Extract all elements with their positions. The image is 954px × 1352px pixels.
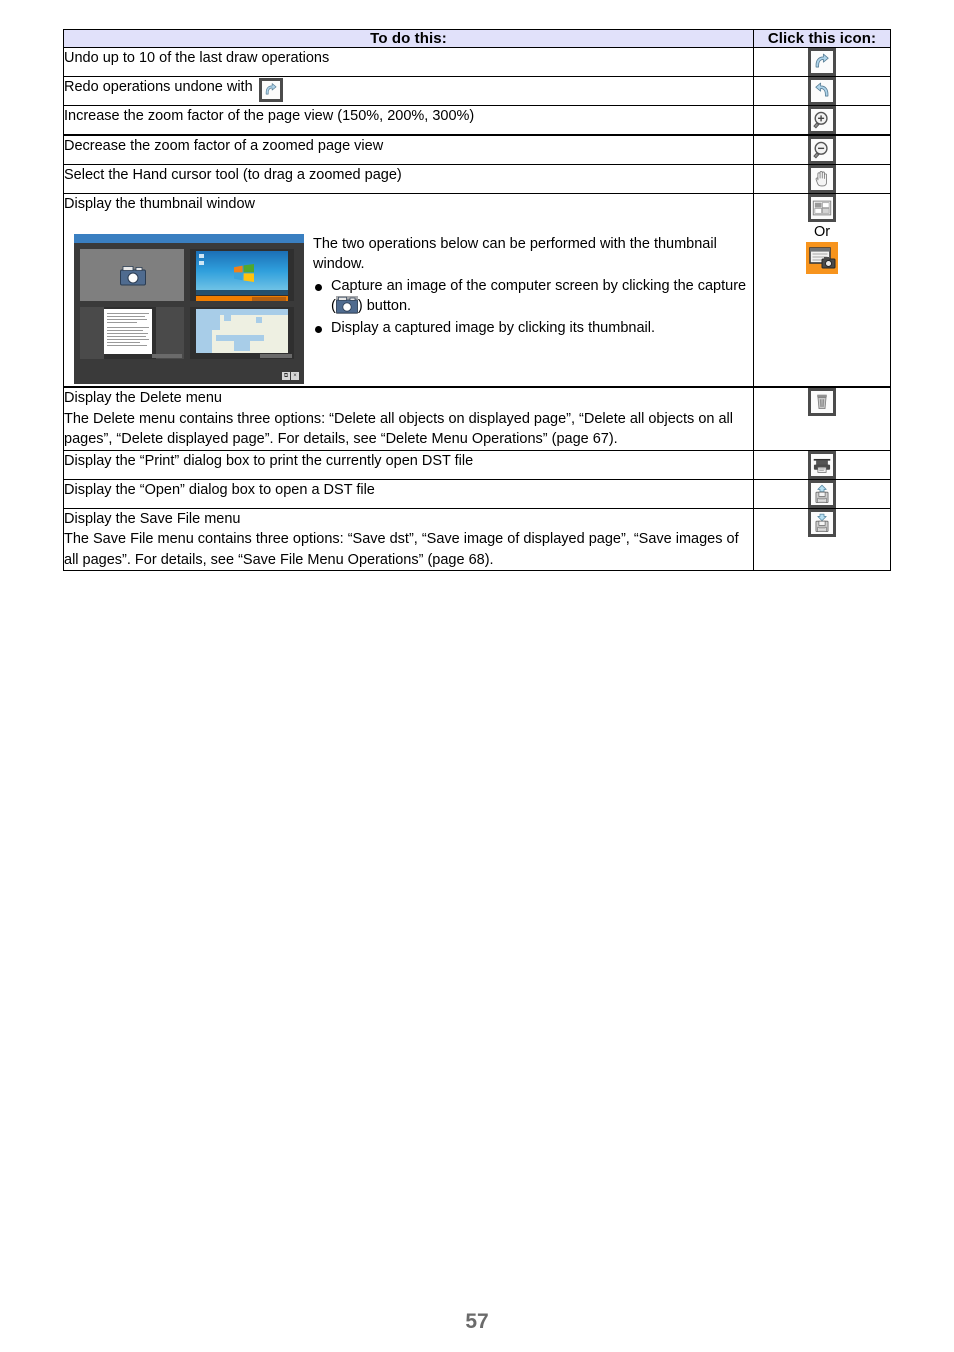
row-description-undo: Undo up to 10 of the last draw operation… <box>63 47 754 77</box>
thumbnail-grid-icon[interactable] <box>808 194 836 222</box>
undo-icon[interactable] <box>808 48 836 76</box>
thumbnail-item-document[interactable] <box>80 307 184 359</box>
page-number: 57 <box>465 1310 489 1333</box>
capture-window-icon[interactable] <box>806 242 838 274</box>
row-description-thumbnail-window: Display the thumbnail window ⧉ × The two… <box>63 193 754 388</box>
thumbnail-item-map[interactable] <box>190 307 294 359</box>
table-row-delete-menu: Display the Delete menu The Delete menu … <box>63 386 891 451</box>
row-icon-cell-save-file-menu <box>753 507 891 571</box>
operations-table: To do this: Click this icon: Undo up to … <box>63 29 891 571</box>
table-row-zoom-out: Decrease the zoom factor of a zoomed pag… <box>63 134 891 165</box>
row-description-open-file: Display the “Open” dialog box to open a … <box>63 478 754 509</box>
row-icon-cell-zoom-in <box>753 105 891 136</box>
thumbnail-window-lead: The two operations below can be performe… <box>313 235 717 273</box>
bullet-text: Display a captured image by clicking its… <box>331 319 655 336</box>
restore-button[interactable]: ⧉ <box>282 372 290 380</box>
row-description-print: Display the “Print” dialog box to print … <box>63 449 754 480</box>
thumbnail-window-text: The two operations below can be performe… <box>313 215 753 339</box>
table-row-hand-tool: Select the Hand cursor tool (to drag a z… <box>63 164 891 194</box>
close-icon[interactable]: × <box>291 372 299 380</box>
thumbnail-window-figure: ⧉ × <box>74 234 304 384</box>
table-row-open-file: Display the “Open” dialog box to open a … <box>63 478 891 509</box>
thumbnail-capture-cell[interactable] <box>80 249 184 301</box>
list-item: Display a captured image by clicking its… <box>313 318 753 339</box>
thumbnail-window-titlebar <box>74 234 304 243</box>
delete-menu-title: Display the Delete menu <box>64 390 222 406</box>
table-row-print: Display the “Print” dialog box to print … <box>63 449 891 480</box>
open-file-icon[interactable] <box>808 479 836 508</box>
table-row-save-file-menu: Display the Save File menu The Save File… <box>63 507 891 571</box>
row-icon-cell-redo <box>753 76 891 106</box>
row-icon-cell-undo <box>753 47 891 77</box>
trash-icon[interactable] <box>808 388 836 416</box>
camera-icon[interactable] <box>335 296 358 314</box>
hand-cursor-icon[interactable] <box>808 165 836 193</box>
operations-table-container: To do this: Click this icon: Undo up to … <box>63 29 891 571</box>
column-header-icon: Click this icon: <box>753 29 891 48</box>
delete-menu-body: The Delete menu contains three options: … <box>64 410 733 448</box>
row-icon-cell-zoom-out <box>753 134 891 165</box>
thumbnail-window-bullet-list: Capture an image of the computer screen … <box>313 276 753 339</box>
table-row-undo: Undo up to 10 of the last draw operation… <box>63 47 891 77</box>
list-item: Capture an image of the computer screen … <box>313 276 753 317</box>
row-icon-cell-delete-menu <box>753 386 891 451</box>
table-row-zoom-in: Increase the zoom factor of the page vie… <box>63 105 891 136</box>
table-row-redo: Redo operations undone with <box>63 76 891 106</box>
row-description-hand-tool: Select the Hand cursor tool (to drag a z… <box>63 164 754 194</box>
row-description-delete-menu: Display the Delete menu The Delete menu … <box>63 386 754 451</box>
bullet-text-after: ) button. <box>357 298 412 314</box>
row-icon-cell-thumbnail-window: Or <box>753 193 891 388</box>
thumbnail-item-desktop[interactable] <box>190 249 294 301</box>
thumbnail-window-controls: ⧉ × <box>282 372 299 380</box>
table-header-row: To do this: Click this icon: <box>63 29 891 48</box>
zoom-in-icon[interactable] <box>808 106 836 134</box>
row-description-save-file-menu: Display the Save File menu The Save File… <box>63 507 754 571</box>
undo-icon[interactable] <box>258 78 283 103</box>
row-description-zoom-in: Increase the zoom factor of the page vie… <box>63 105 754 136</box>
or-separator-label: Or <box>813 224 831 240</box>
save-file-menu-body: The Save File menu contains three option… <box>64 531 739 568</box>
row-description-redo: Redo operations undone with <box>63 76 754 106</box>
row-icon-cell-hand-tool <box>753 164 891 194</box>
zoom-out-icon[interactable] <box>808 136 836 164</box>
camera-icon <box>120 265 146 286</box>
print-icon[interactable] <box>808 450 836 479</box>
save-file-menu-title: Display the Save File menu <box>64 510 241 527</box>
row-description-zoom-out: Decrease the zoom factor of a zoomed pag… <box>63 134 754 165</box>
redo-icon[interactable] <box>808 77 836 105</box>
row-description-redo-text: Redo operations undone with <box>64 79 253 95</box>
column-header-description: To do this: <box>63 29 754 48</box>
row-icon-cell-print <box>753 449 891 480</box>
save-file-icon[interactable] <box>808 508 836 537</box>
row-icon-cell-open-file <box>753 478 891 509</box>
table-row-thumbnail-window: Display the thumbnail window ⧉ × The two… <box>63 193 891 388</box>
thumbnail-window-title: Display the thumbnail window <box>64 196 256 212</box>
windows-logo-icon <box>234 264 254 282</box>
